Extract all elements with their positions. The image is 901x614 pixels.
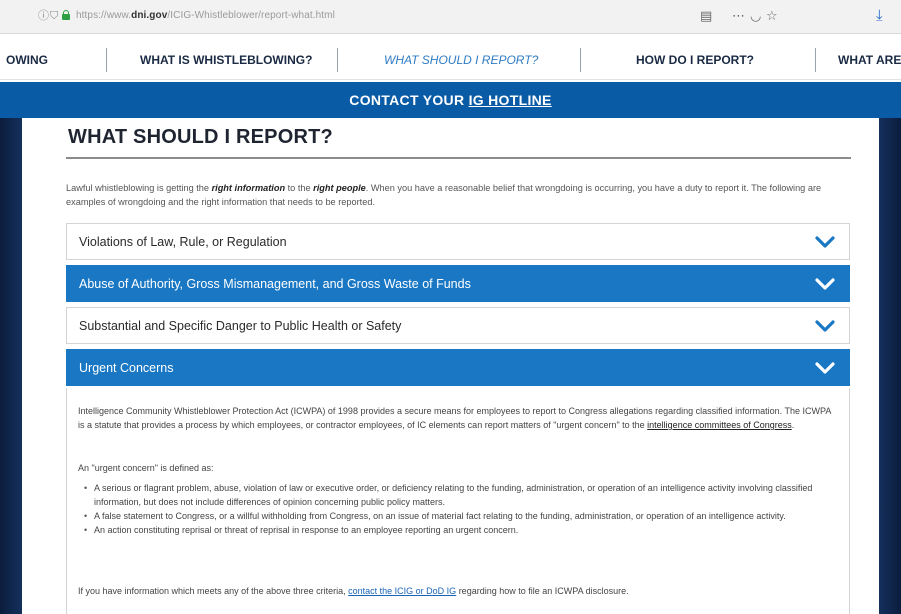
list-item: A serious or flagrant problem, abuse, vi…: [78, 481, 838, 509]
url-prefix: https://www.: [76, 10, 132, 21]
nav-item-whistleblowing[interactable]: OWING: [6, 40, 48, 80]
browser-toolbar: ⓘ ⛉ https://www.dni.gov/ICIG-Whistleblow…: [0, 0, 901, 34]
chevron-down-icon: [815, 276, 835, 292]
more-icon[interactable]: ⋯: [732, 8, 745, 24]
nav-item-how-do-i-report[interactable]: HOW DO I REPORT?: [636, 40, 754, 80]
icwpa-footer-text: If you have information which meets any …: [78, 586, 629, 596]
page-title: WHAT SHOULD I REPORT?: [68, 126, 333, 148]
accordion-abuse-of-authority[interactable]: Abuse of Authority, Gross Mismanagement,…: [66, 265, 850, 302]
nav-item-what-are[interactable]: WHAT ARE: [838, 40, 901, 80]
list-item: A false statement to Congress, or a will…: [78, 509, 838, 523]
reader-view-icon[interactable]: ▤: [700, 8, 712, 24]
nav-item-what-is-whistleblowing[interactable]: WHAT IS WHISTLEBLOWING?: [140, 40, 312, 80]
chevron-down-icon: [815, 318, 835, 334]
hotline-banner: CONTACT YOUR IG HOTLINE: [0, 82, 901, 118]
accordion-label: Violations of Law, Rule, or Regulation: [79, 235, 287, 249]
info-icon[interactable]: ⓘ: [38, 9, 49, 23]
lock-icon[interactable]: [62, 10, 70, 20]
emphasis-right-information: right information: [211, 183, 286, 193]
hotline-text: CONTACT YOUR: [349, 92, 469, 108]
url-bar[interactable]: https://www.dni.gov/ICIG-Whistleblower/r…: [76, 10, 335, 21]
accordion-public-health-danger[interactable]: Substantial and Specific Danger to Publi…: [66, 307, 850, 344]
top-navigation: OWING WHAT IS WHISTLEBLOWING? WHAT SHOUL…: [0, 40, 901, 80]
accordion-urgent-concerns[interactable]: Urgent Concerns: [66, 349, 850, 386]
list-item: An action constituting reprisal or threa…: [78, 523, 838, 537]
page-frame-right: [879, 118, 901, 614]
accordion-violations-of-law[interactable]: Violations of Law, Rule, or Regulation: [66, 223, 850, 260]
accordion-label: Urgent Concerns: [79, 361, 174, 375]
icwpa-paragraph: Intelligence Community Whistleblower Pro…: [78, 406, 831, 430]
nav-divider: [106, 48, 107, 72]
accordion-label: Abuse of Authority, Gross Mismanagement,…: [79, 277, 471, 291]
download-icon[interactable]: ⤓: [876, 7, 883, 24]
nav-divider: [580, 48, 581, 72]
title-divider: [66, 157, 851, 159]
contact-icig-link[interactable]: contact the ICIG or DoD IG: [348, 586, 456, 596]
accordion-label: Substantial and Specific Danger to Publi…: [79, 319, 402, 333]
nav-divider: [337, 48, 338, 72]
nav-divider: [815, 48, 816, 72]
pocket-icon[interactable]: ◡: [750, 8, 761, 24]
urgent-concern-criteria-list: A serious or flagrant problem, abuse, vi…: [78, 481, 838, 537]
url-host: dni.gov: [131, 10, 168, 21]
chevron-down-icon: [815, 234, 835, 250]
bookmark-star-icon[interactable]: ☆: [766, 8, 778, 24]
nav-item-what-should-i-report[interactable]: WHAT SHOULD I REPORT?: [384, 40, 538, 80]
url-path: /ICIG-Whistleblower/report-what.html: [167, 10, 335, 21]
shield-icon[interactable]: ⛉: [50, 9, 58, 23]
urgent-concern-definition: An "urgent concern" is defined as:: [78, 463, 214, 473]
page-frame-left: [0, 118, 22, 614]
emphasis-right-people: right people: [313, 183, 366, 193]
intro-paragraph: Lawful whistleblowing is getting the rig…: [66, 183, 822, 207]
chevron-down-icon: [815, 360, 835, 376]
intelligence-committees-link[interactable]: intelligence committees of Congress: [647, 420, 792, 430]
hotline-link[interactable]: IG HOTLINE: [469, 92, 552, 108]
